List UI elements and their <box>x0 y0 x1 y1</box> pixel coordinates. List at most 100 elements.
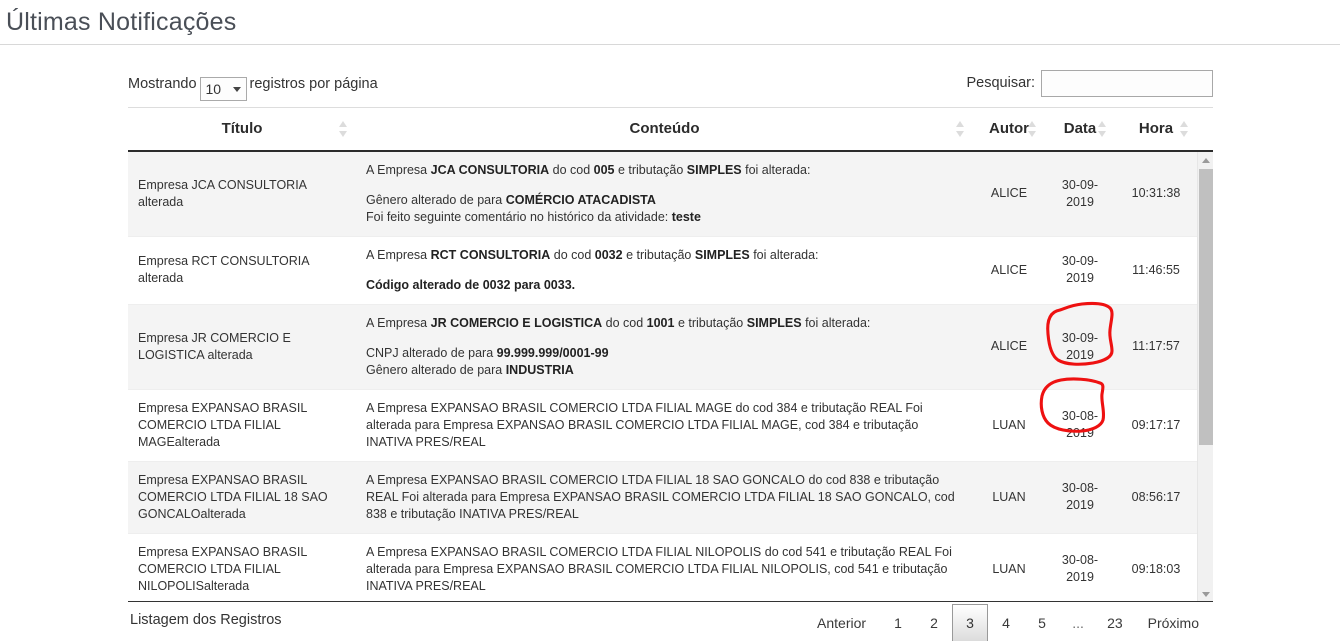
content-line: A Empresa JCA CONSULTORIA do cod 005 e t… <box>366 162 811 177</box>
table-row[interactable]: Empresa JR COMERCIO E LOGISTICA alterada… <box>128 304 1197 390</box>
scrollbar-thumb[interactable] <box>1199 168 1213 445</box>
scroll-up-button[interactable] <box>1198 151 1213 168</box>
cell-autor: LUAN <box>973 389 1045 462</box>
page-header: Últimas Notificações <box>0 6 1340 45</box>
cell-conteudo: A Empresa JR COMERCIO E LOGISTICA do cod… <box>356 304 973 390</box>
column-header-autor[interactable]: Autor <box>973 107 1045 152</box>
sort-arrows-icon[interactable] <box>1098 120 1107 138</box>
content-line: A Empresa JR COMERCIO E LOGISTICA do cod… <box>366 315 871 330</box>
sort-arrows-icon[interactable] <box>1028 120 1037 138</box>
cell-hora: 10:31:38 <box>1115 151 1197 237</box>
cell-hora: 11:46:55 <box>1115 236 1197 305</box>
cell-data: 30-09-2019 <box>1045 151 1115 237</box>
sort-arrows-icon[interactable] <box>956 120 965 138</box>
cell-autor: ALICE <box>973 304 1045 390</box>
column-header-titulo-label: Título <box>221 119 263 137</box>
table-row[interactable]: Empresa JCA CONSULTORIA alterada A Empres… <box>128 151 1197 237</box>
pagination-ellipsis[interactable]: ... <box>1060 604 1096 641</box>
cell-hora: 09:17:17 <box>1115 389 1197 462</box>
cell-hora: 08:56:17 <box>1115 461 1197 534</box>
search-input[interactable] <box>1041 69 1213 97</box>
cell-titulo: Empresa JR COMERCIO E LOGISTICA alterada <box>128 304 356 390</box>
column-header-conteudo[interactable]: Conteúdo <box>356 107 973 152</box>
table-controls: Mostrando 10 registros por página Pesquisa… <box>128 68 1213 101</box>
cell-titulo: Empresa EXPANSAO BRASIL COMERCIO LTDA FI… <box>128 533 356 601</box>
table-row[interactable]: Empresa RCT CONSULTORIA alterada A Empres… <box>128 236 1197 305</box>
cell-titulo: Empresa RCT CONSULTORIA alterada <box>128 236 356 305</box>
sort-arrows-icon[interactable] <box>1180 120 1189 138</box>
content-line: CNPJ alterado de para 99.999.999/0001-99 <box>366 345 609 360</box>
column-header-autor-label: Autor <box>989 119 1029 137</box>
cell-hora: 11:17:57 <box>1115 304 1197 390</box>
cell-data: 30-09-2019 <box>1045 304 1115 390</box>
content-line: Gênero alterado de para INDUSTRIA <box>366 362 574 377</box>
content-spacer <box>366 179 963 192</box>
content-line: A Empresa EXPANSAO BRASIL COMERCIO LTDA … <box>366 400 923 449</box>
pagination-page-5[interactable]: 5 <box>1024 604 1060 641</box>
cell-autor: ALICE <box>973 236 1045 305</box>
pagination-previous[interactable]: Anterior <box>803 604 880 641</box>
page-length-control: Mostrando 10 registros por página <box>128 71 378 101</box>
cell-conteudo: A Empresa RCT CONSULTORIA do cod 0032 e … <box>356 236 973 305</box>
cell-conteudo: A Empresa EXPANSAO BRASIL COMERCIO LTDA … <box>356 389 973 462</box>
content-spacer <box>366 332 963 345</box>
scroll-down-button[interactable] <box>1198 585 1213 601</box>
content-spacer <box>366 264 963 277</box>
table-row[interactable]: Empresa EXPANSAO BRASIL COMERCIO LTDA FI… <box>128 533 1197 601</box>
pagination-next[interactable]: Próximo <box>1134 604 1213 641</box>
content-line: Gênero alterado de para COMÉRCIO ATACADI… <box>366 192 656 207</box>
content-line: A Empresa EXPANSAO BRASIL COMERCIO LTDA … <box>366 472 955 521</box>
vertical-scrollbar[interactable] <box>1197 151 1213 601</box>
column-header-hora[interactable]: Hora <box>1115 107 1197 152</box>
table-row[interactable]: Empresa EXPANSAO BRASIL COMERCIO LTDA FI… <box>128 461 1197 534</box>
column-header-data-label: Data <box>1063 119 1097 137</box>
cell-data: 30-08-2019 <box>1045 389 1115 462</box>
search-control: Pesquisar: <box>966 68 1213 98</box>
table-info-text: Listagem dos Registros <box>130 612 282 628</box>
column-header-hora-label: Hora <box>1138 119 1174 137</box>
column-header-conteudo-label: Conteúdo <box>629 119 700 137</box>
cell-data: 30-09-2019 <box>1045 236 1115 305</box>
content-line: A Empresa EXPANSAO BRASIL COMERCIO LTDA … <box>366 544 952 593</box>
page-length-value: 10 <box>205 81 222 97</box>
cell-conteudo: A Empresa EXPANSAO BRASIL COMERCIO LTDA … <box>356 461 973 534</box>
sort-arrows-icon[interactable] <box>339 120 348 138</box>
page-length-select[interactable]: 10 <box>199 77 247 101</box>
pagination-page-1[interactable]: 1 <box>880 604 916 641</box>
table-body-scroll-region: Empresa JCA CONSULTORIA alterada A Empres… <box>128 151 1213 602</box>
notifications-table: Título Conteúdo Autor Data Hora Empresa … <box>128 107 1213 602</box>
table-body: Empresa JCA CONSULTORIA alterada A Empres… <box>128 151 1197 601</box>
cell-data: 30-08-2019 <box>1045 461 1115 534</box>
chevron-down-icon <box>232 87 241 92</box>
cell-hora: 09:18:03 <box>1115 533 1197 601</box>
pagination-page-23[interactable]: 23 <box>1096 604 1134 641</box>
notifications-page: Últimas Notificações Mostrando 10 registro… <box>0 0 1340 641</box>
cell-autor: ALICE <box>973 151 1045 237</box>
cell-data: 30-08-2019 <box>1045 533 1115 601</box>
column-header-data[interactable]: Data <box>1045 107 1115 152</box>
pagination: Anterior 1 2 3 4 5... 23 Próximo <box>803 604 1213 641</box>
table-row[interactable]: Empresa EXPANSAO BRASIL COMERCIO LTDA FI… <box>128 389 1197 462</box>
page-length-prefix-label: Mostrando <box>128 76 197 92</box>
pagination-page-3[interactable]: 3 <box>952 604 989 641</box>
search-label: Pesquisar: <box>966 75 1035 91</box>
cell-autor: LUAN <box>973 533 1045 601</box>
content-line: Código alterado de 0032 para 0033. <box>366 277 576 292</box>
table-header: Título Conteúdo Autor Data Hora <box>128 107 1213 152</box>
content-line: Foi feito seguinte comentário no históri… <box>366 209 701 224</box>
cell-titulo: Empresa JCA CONSULTORIA alterada <box>128 151 356 237</box>
pagination-page-4[interactable]: 4 <box>988 604 1024 641</box>
page-title: Últimas Notificações <box>6 8 237 36</box>
column-header-spacer <box>1197 107 1213 152</box>
cell-conteudo: A Empresa EXPANSAO BRASIL COMERCIO LTDA … <box>356 533 973 601</box>
page-length-suffix-label: registros por página <box>249 76 378 92</box>
content-line: A Empresa RCT CONSULTORIA do cod 0032 e … <box>366 247 819 262</box>
table-footer: Listagem dos Registros Anterior 1 2 3 4 5... 2… <box>128 604 1213 641</box>
cell-autor: LUAN <box>973 461 1045 534</box>
pagination-page-2[interactable]: 2 <box>916 604 952 641</box>
column-header-titulo[interactable]: Título <box>128 107 356 152</box>
cell-titulo: Empresa EXPANSAO BRASIL COMERCIO LTDA FI… <box>128 461 356 534</box>
cell-conteudo: A Empresa JCA CONSULTORIA do cod 005 e t… <box>356 151 973 237</box>
cell-titulo: Empresa EXPANSAO BRASIL COMERCIO LTDA FI… <box>128 389 356 462</box>
table-header-row: Título Conteúdo Autor Data Hora <box>128 107 1213 152</box>
